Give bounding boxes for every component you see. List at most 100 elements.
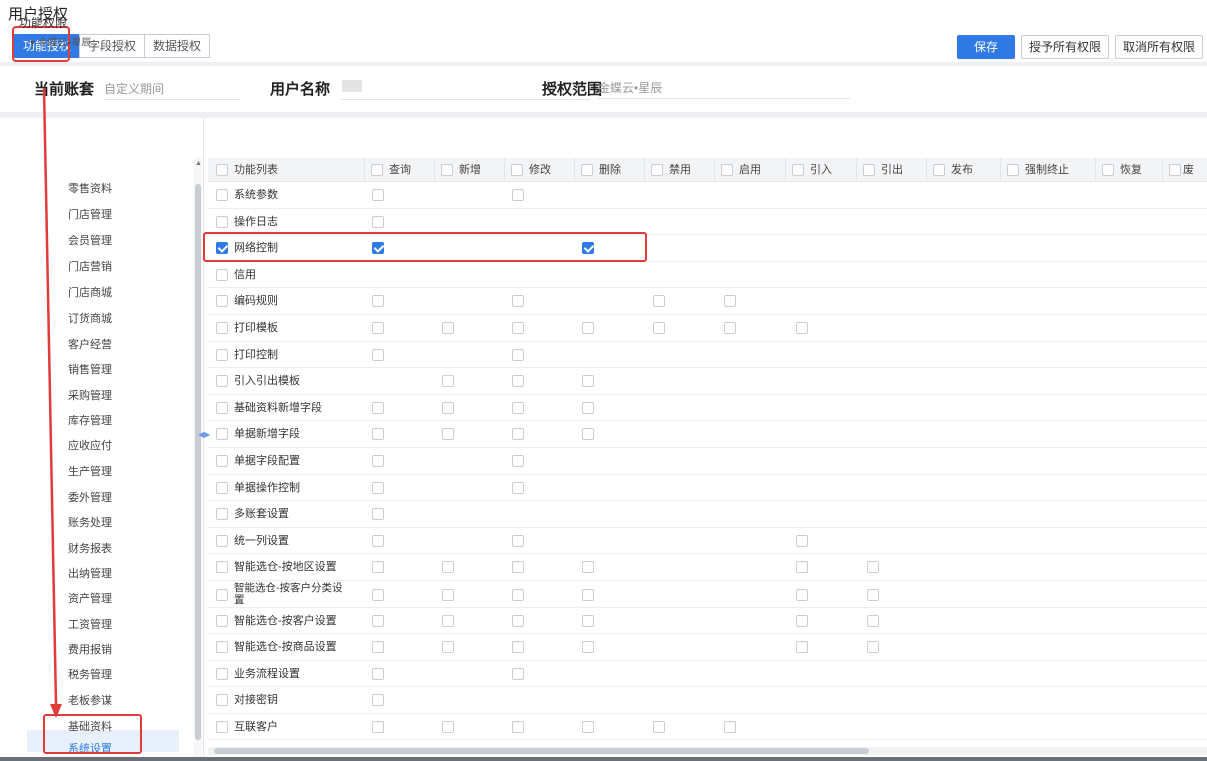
permission-checkbox[interactable] (512, 614, 524, 627)
permission-checkbox[interactable] (796, 614, 808, 627)
permission-checkbox[interactable] (372, 401, 384, 414)
column-select-checkbox[interactable] (581, 164, 593, 176)
permission-checkbox[interactable] (442, 720, 454, 733)
permission-checkbox[interactable] (372, 189, 384, 201)
permission-checkbox[interactable] (512, 720, 524, 733)
tree-item[interactable]: 财务报表 (68, 540, 112, 556)
tree-item[interactable]: 税务管理 (68, 666, 112, 682)
permission-checkbox[interactable] (372, 321, 384, 334)
cancel-all-button[interactable]: 取消所有权限 (1114, 35, 1203, 59)
row-select-checkbox[interactable] (216, 508, 228, 521)
tree-item[interactable]: 客户经营 (68, 336, 112, 352)
permission-checkbox[interactable] (653, 295, 665, 308)
permission-checkbox[interactable] (372, 614, 384, 627)
permission-checkbox[interactable] (796, 588, 808, 601)
permission-checkbox[interactable] (867, 561, 879, 574)
permission-checkbox[interactable] (796, 641, 808, 654)
tree-item[interactable]: 会员管理 (68, 232, 112, 248)
permission-checkbox[interactable] (512, 295, 524, 308)
row-select-checkbox[interactable] (216, 720, 228, 733)
permission-checkbox[interactable] (372, 348, 384, 361)
row-select-checkbox[interactable] (216, 401, 228, 414)
permission-checkbox[interactable] (653, 720, 665, 733)
tree-root[interactable]: ▾ 金蝶云•星辰 (30, 34, 91, 46)
column-select-checkbox[interactable] (441, 164, 453, 176)
permission-checkbox[interactable] (512, 481, 524, 494)
permission-checkbox[interactable] (512, 189, 524, 201)
permission-checkbox[interactable] (512, 534, 524, 547)
permission-checkbox[interactable] (442, 614, 454, 627)
permission-checkbox[interactable] (372, 561, 384, 574)
tree-item[interactable]: 资产管理 (68, 590, 112, 606)
permission-checkbox[interactable] (867, 614, 879, 627)
permission-checkbox[interactable] (372, 295, 384, 308)
row-select-checkbox[interactable] (216, 694, 228, 707)
permission-checkbox[interactable] (867, 588, 879, 601)
permission-checkbox[interactable] (582, 375, 594, 388)
permission-checkbox[interactable] (372, 428, 384, 441)
tree-item[interactable]: 费用报销 (68, 641, 112, 657)
tree-item[interactable]: 工资管理 (68, 616, 112, 632)
permission-checkbox[interactable] (372, 667, 384, 680)
save-button[interactable]: 保存 (956, 35, 1015, 59)
column-select-checkbox[interactable] (863, 164, 875, 176)
tree-item[interactable]: 零售资料 (68, 180, 112, 196)
tree-expand-icon[interactable]: ▾ (30, 38, 38, 46)
permission-checkbox[interactable] (442, 428, 454, 441)
row-select-checkbox[interactable] (216, 268, 228, 281)
permission-checkbox[interactable] (582, 588, 594, 601)
row-select-checkbox[interactable] (216, 534, 228, 547)
scope-field[interactable]: 金蝶云•星辰 (598, 79, 850, 99)
permission-checkbox[interactable] (372, 694, 384, 707)
tree-item[interactable]: 老板参谋 (68, 692, 112, 708)
tree-item[interactable]: 门店管理 (68, 206, 112, 222)
row-select-checkbox[interactable] (216, 641, 228, 654)
permission-checkbox[interactable] (442, 641, 454, 654)
permission-checkbox[interactable] (582, 614, 594, 627)
permission-checkbox[interactable] (582, 401, 594, 414)
account-field[interactable]: 自定义期间 (104, 80, 240, 100)
row-select-checkbox[interactable] (216, 667, 228, 680)
permission-checkbox[interactable] (512, 375, 524, 388)
permission-checkbox[interactable] (372, 215, 384, 228)
column-select-checkbox[interactable] (511, 164, 523, 176)
row-select-checkbox[interactable] (216, 428, 228, 441)
column-select-checkbox[interactable] (792, 164, 804, 176)
column-select-checkbox[interactable] (721, 164, 733, 176)
permission-checkbox[interactable] (372, 481, 384, 494)
permission-checkbox[interactable] (582, 561, 594, 574)
permission-checkbox[interactable] (512, 348, 524, 361)
row-select-checkbox[interactable] (216, 348, 228, 361)
row-select-checkbox[interactable] (216, 481, 228, 494)
permission-checkbox[interactable] (372, 454, 384, 467)
column-select-checkbox[interactable] (371, 164, 383, 176)
tree-item[interactable]: 门店营销 (68, 258, 112, 274)
permission-checkbox[interactable] (442, 375, 454, 388)
row-select-checkbox[interactable] (216, 189, 228, 201)
permission-checkbox[interactable] (724, 295, 736, 308)
tree-item[interactable]: 销售管理 (68, 361, 112, 377)
column-select-checkbox[interactable] (651, 164, 663, 176)
tree-item[interactable]: 委外管理 (68, 489, 112, 505)
permission-checkbox[interactable] (442, 561, 454, 574)
tree-item[interactable]: 应收应付 (68, 437, 112, 453)
column-select-checkbox[interactable] (933, 164, 945, 176)
column-select-checkbox[interactable] (1007, 164, 1019, 176)
column-select-checkbox[interactable] (1102, 164, 1114, 176)
permission-checkbox[interactable] (724, 720, 736, 733)
row-select-checkbox[interactable] (216, 215, 228, 228)
permission-checkbox[interactable] (512, 321, 524, 334)
permission-checkbox[interactable] (653, 321, 665, 334)
permission-checkbox[interactable] (512, 428, 524, 441)
row-select-checkbox[interactable] (216, 614, 228, 627)
column-select-checkbox[interactable] (216, 164, 228, 176)
permission-checkbox[interactable] (372, 720, 384, 733)
permission-checkbox[interactable] (512, 667, 524, 680)
tree-item[interactable]: 出纳管理 (68, 565, 112, 581)
permission-checkbox[interactable] (796, 321, 808, 334)
permission-checkbox[interactable] (582, 321, 594, 334)
permission-checkbox[interactable] (512, 561, 524, 574)
permission-checkbox[interactable] (582, 720, 594, 733)
row-select-checkbox[interactable] (216, 295, 228, 308)
tree-item[interactable]: 采购管理 (68, 387, 112, 403)
